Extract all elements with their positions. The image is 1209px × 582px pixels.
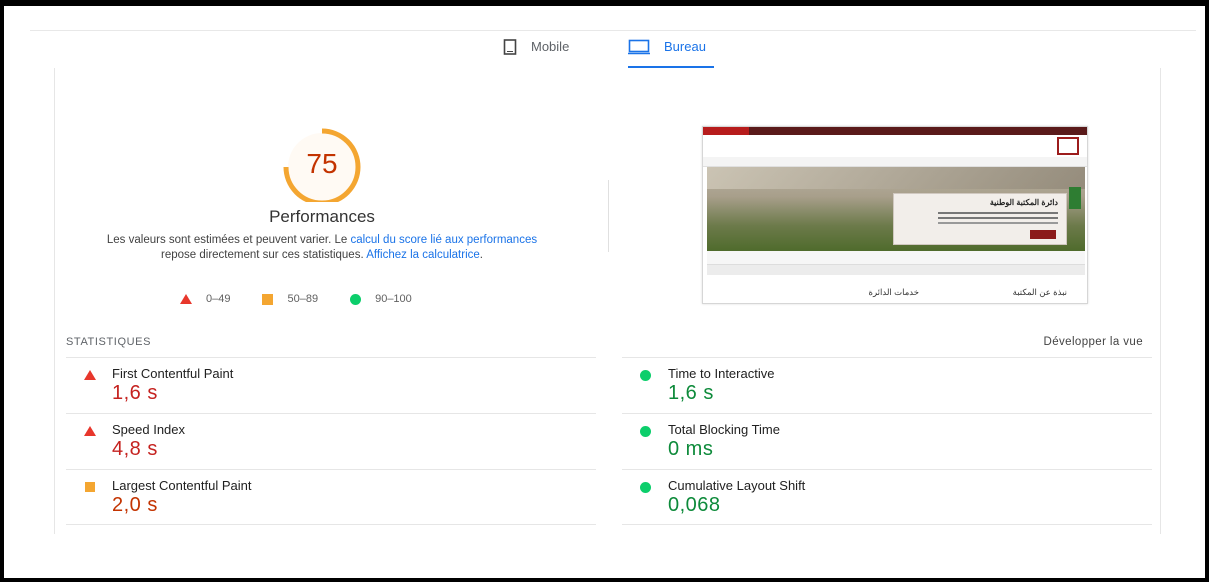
- screenshot-hero-title: دائرة المكتبة الوطنية: [989, 198, 1058, 207]
- metric-value: 2,0 s: [112, 494, 158, 516]
- metric-first-contentful-paint: First Contentful Paint 1,6 s: [66, 357, 596, 413]
- legend-pass-label: 90–100: [375, 293, 412, 305]
- screenshot-bottom-right: نبذة عن المكتبة: [1012, 287, 1067, 297]
- legend-pass: 90–100: [350, 293, 412, 305]
- metric-value: 1,6 s: [668, 382, 714, 404]
- circle-icon: [350, 293, 362, 305]
- screenshot-logo: [1057, 137, 1079, 155]
- fail-triangle-icon: [84, 426, 96, 436]
- metric-total-blocking-time: Total Blocking Time 0 ms: [622, 413, 1152, 469]
- stats-title: STATISTIQUES: [66, 336, 152, 348]
- metric-largest-contentful-paint: Largest Contentful Paint 2,0 s: [66, 469, 596, 525]
- legend-fail: 0–49: [180, 293, 230, 305]
- average-square-icon: [85, 482, 95, 492]
- screenshot-hero-box: دائرة المكتبة الوطنية: [893, 193, 1067, 245]
- legend-average-label: 50–89: [287, 293, 319, 305]
- score-calculation-link[interactable]: calcul du score lié aux performances: [350, 234, 537, 246]
- desktop-icon: [628, 39, 650, 55]
- tab-desktop[interactable]: Bureau: [628, 36, 714, 68]
- phone-icon: [503, 39, 517, 55]
- screenshot-bottom-left: خدمات الدائرة: [868, 287, 919, 297]
- square-icon: [262, 293, 274, 305]
- fail-triangle-icon: [84, 370, 96, 380]
- metric-value: 0 ms: [668, 438, 714, 460]
- screenshot-secondary-strip: [707, 265, 1085, 275]
- description-text-3: .: [479, 249, 483, 261]
- screenshot-links-strip: [707, 251, 1085, 265]
- metric-label: Time to Interactive: [668, 366, 775, 381]
- performance-score: 75: [306, 148, 338, 179]
- screenshot-side-tab: [1069, 187, 1081, 209]
- metric-value: 4,8 s: [112, 438, 158, 460]
- description-text-2: repose directement sur ces statistiques.: [161, 249, 367, 261]
- description-text-1: Les valeurs sont estimées et peuvent var…: [106, 234, 351, 246]
- device-tabs: Mobile Bureau: [0, 36, 1209, 68]
- section-divider: [608, 180, 609, 252]
- expand-view-toggle[interactable]: Développer la vue: [1044, 336, 1144, 348]
- tab-mobile-label: Mobile: [531, 39, 570, 54]
- pass-circle-icon: [640, 482, 651, 493]
- metric-time-to-interactive: Time to Interactive 1,6 s: [622, 357, 1152, 413]
- metric-value: 0,068: [668, 494, 721, 516]
- screenshot-menu: [703, 157, 1087, 167]
- top-divider: [30, 30, 1196, 31]
- metric-cumulative-layout-shift: Cumulative Layout Shift 0,068: [622, 469, 1152, 525]
- legend-fail-label: 0–49: [206, 293, 231, 305]
- pass-circle-icon: [640, 370, 651, 381]
- tab-desktop-label: Bureau: [664, 39, 706, 54]
- metric-value: 1,6 s: [112, 382, 158, 404]
- metric-label: Total Blocking Time: [668, 422, 780, 437]
- screenshot-nav: [703, 135, 1087, 157]
- performance-title: Performances: [269, 207, 375, 226]
- tab-mobile[interactable]: Mobile: [503, 36, 569, 68]
- screenshot-bottom: نبذة عن المكتبة خدمات الدائرة: [703, 281, 1087, 303]
- metric-label: Cumulative Layout Shift: [668, 478, 806, 493]
- score-description: Les valeurs sont estimées et peuvent var…: [104, 233, 540, 263]
- metric-speed-index: Speed Index 4,8 s: [66, 413, 596, 469]
- metric-label: First Contentful Paint: [112, 366, 234, 381]
- pass-circle-icon: [640, 426, 651, 437]
- metric-label: Speed Index: [112, 422, 186, 437]
- page-screenshot: دائرة المكتبة الوطنية نبذة عن المكتبة خد…: [702, 126, 1088, 304]
- screenshot-topbar: [703, 127, 1087, 135]
- legend-average: 50–89: [262, 293, 318, 305]
- score-legend: 0–49 50–89 90–100: [180, 293, 412, 305]
- calculator-link[interactable]: Affichez la calculatrice: [366, 249, 480, 261]
- metric-label: Largest Contentful Paint: [112, 478, 252, 493]
- triangle-icon: [180, 294, 192, 304]
- performance-gauge: 75: [263, 126, 381, 202]
